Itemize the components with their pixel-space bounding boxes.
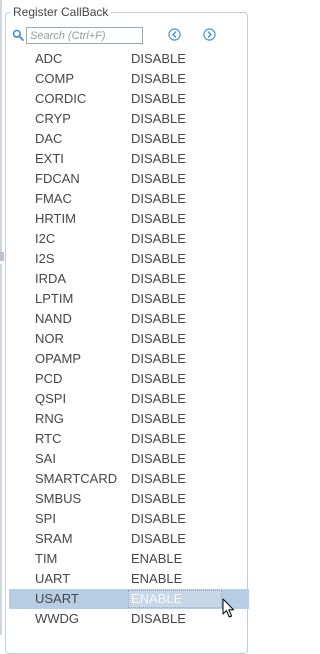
callback-row[interactable]: FDCAN DISABLE [9, 169, 249, 189]
callback-name: PCD [35, 371, 63, 386]
search-box [10, 27, 143, 44]
callback-name: EXTI [35, 151, 64, 166]
left-splitter-top [0, 0, 2, 252]
callback-value-dropdown[interactable]: DISABLE [131, 489, 186, 509]
callback-value-dropdown[interactable]: DISABLE [131, 69, 186, 89]
callback-name: RTC [35, 431, 62, 446]
callback-row[interactable]: OPAMP DISABLE [9, 349, 249, 369]
callback-row[interactable]: LPTIM DISABLE [9, 289, 249, 309]
callback-name: FDCAN [35, 171, 80, 186]
callback-row[interactable]: SAI DISABLE [9, 449, 249, 469]
callback-value-dropdown[interactable]: DISABLE [131, 529, 186, 549]
callback-value-dropdown[interactable]: DISABLE [131, 449, 186, 469]
callback-row[interactable]: UART ENABLE [9, 569, 249, 589]
callback-row[interactable]: CORDIC DISABLE [9, 89, 249, 109]
callback-row[interactable]: TIM ENABLE [9, 549, 249, 569]
callback-name: UART [35, 571, 71, 586]
callback-row[interactable]: PCD DISABLE [9, 369, 249, 389]
callback-value-dropdown[interactable]: DISABLE [131, 169, 186, 189]
callback-row[interactable]: CRYP DISABLE [9, 109, 249, 129]
callback-name: CORDIC [35, 91, 87, 106]
splitter-handle[interactable] [0, 252, 4, 261]
callback-row[interactable]: SPI DISABLE [9, 509, 249, 529]
callback-row[interactable]: COMP DISABLE [9, 69, 249, 89]
callback-name: FMAC [35, 191, 72, 206]
callback-value-dropdown[interactable]: DISABLE [131, 309, 186, 329]
callback-row[interactable]: SMBUS DISABLE [9, 489, 249, 509]
callback-list: ADC DISABLE COMP DISABLE CORDIC DISABLE CRYP DI… [9, 49, 249, 629]
callback-row[interactable]: FMAC DISABLE [9, 189, 249, 209]
callback-value-dropdown[interactable]: DISABLE [131, 189, 186, 209]
left-splitter-bottom [0, 264, 2, 635]
callback-value-dropdown[interactable]: DISABLE [131, 109, 186, 129]
callback-value-dropdown[interactable]: DISABLE [131, 209, 186, 229]
callback-value-dropdown[interactable]: ENABLE [128, 590, 222, 608]
callback-name: SMBUS [35, 491, 82, 506]
callback-row[interactable]: I2C DISABLE [9, 229, 249, 249]
callback-row[interactable]: RNG DISABLE [9, 409, 249, 429]
callback-row[interactable]: DAC DISABLE [9, 129, 249, 149]
callback-value-dropdown[interactable]: DISABLE [131, 129, 186, 149]
mouse-pointer-icon [222, 598, 235, 618]
callback-name: HRTIM [35, 211, 76, 226]
callback-name: QSPI [35, 391, 67, 406]
callback-name: CRYP [35, 111, 71, 126]
callback-row[interactable]: I2S DISABLE [9, 249, 249, 269]
callback-value-dropdown[interactable]: DISABLE [131, 329, 186, 349]
callback-name: DAC [35, 131, 63, 146]
callback-value-dropdown[interactable]: DISABLE [131, 89, 186, 109]
callback-row[interactable]: WWDG DISABLE [9, 609, 249, 629]
callback-name: LPTIM [35, 291, 74, 306]
callback-name: TIM [35, 551, 58, 566]
callback-value-dropdown[interactable]: DISABLE [131, 469, 186, 489]
callback-row[interactable]: EXTI DISABLE [9, 149, 249, 169]
callback-row[interactable]: HRTIM DISABLE [9, 209, 249, 229]
callback-name: SMARTCARD [35, 471, 118, 486]
callback-value-dropdown[interactable]: DISABLE [131, 249, 186, 269]
search-input[interactable] [26, 27, 143, 44]
callback-row[interactable]: SRAM DISABLE [9, 529, 249, 549]
callback-name: SRAM [35, 531, 73, 546]
callback-name: I2C [35, 231, 56, 246]
callback-name: RNG [35, 411, 64, 426]
chevron-left-circle-icon[interactable] [168, 28, 181, 41]
callback-value-dropdown[interactable]: ENABLE [131, 569, 182, 589]
callback-row[interactable]: ADC DISABLE [9, 49, 249, 69]
callback-name: ADC [35, 51, 63, 66]
callback-name: SAI [35, 451, 56, 466]
callback-value-dropdown[interactable]: DISABLE [131, 369, 186, 389]
callback-row[interactable]: IRDA DISABLE [9, 269, 249, 289]
callback-row[interactable]: RTC DISABLE [9, 429, 249, 449]
callback-value-dropdown[interactable]: DISABLE [131, 409, 186, 429]
search-icon[interactable] [12, 29, 24, 41]
callback-value-dropdown[interactable]: DISABLE [131, 229, 186, 249]
callback-row[interactable]: NOR DISABLE [9, 329, 249, 349]
callback-value-dropdown[interactable]: DISABLE [131, 269, 186, 289]
callback-name: SPI [35, 511, 56, 526]
callback-value-dropdown[interactable]: DISABLE [131, 609, 186, 629]
callback-row[interactable]: QSPI DISABLE [9, 389, 249, 409]
callback-name: IRDA [35, 271, 67, 286]
callback-value-dropdown[interactable]: DISABLE [131, 289, 186, 309]
callback-name: COMP [35, 71, 74, 86]
callback-value-dropdown[interactable]: DISABLE [131, 49, 186, 69]
callback-name: USART [35, 591, 79, 606]
group-title: Register CallBack [10, 4, 112, 20]
callback-value-dropdown[interactable]: DISABLE [131, 149, 186, 169]
callback-value-dropdown[interactable]: DISABLE [131, 509, 186, 529]
callback-name: NOR [35, 331, 64, 346]
callback-value-dropdown[interactable]: DISABLE [131, 349, 186, 369]
callback-name: I2S [35, 251, 55, 266]
callback-value-dropdown[interactable]: DISABLE [131, 429, 186, 449]
chevron-right-circle-icon[interactable] [203, 28, 216, 41]
callback-row[interactable]: SMARTCARD DISABLE [9, 469, 249, 489]
callback-value-dropdown[interactable]: ENABLE [131, 549, 182, 569]
callback-row[interactable]: USART ENABLE [9, 589, 249, 609]
callback-value-dropdown[interactable]: DISABLE [131, 389, 186, 409]
callback-name: OPAMP [35, 351, 81, 366]
callback-name: WWDG [35, 611, 80, 626]
callback-row[interactable]: NAND DISABLE [9, 309, 249, 329]
callback-name: NAND [35, 311, 72, 326]
